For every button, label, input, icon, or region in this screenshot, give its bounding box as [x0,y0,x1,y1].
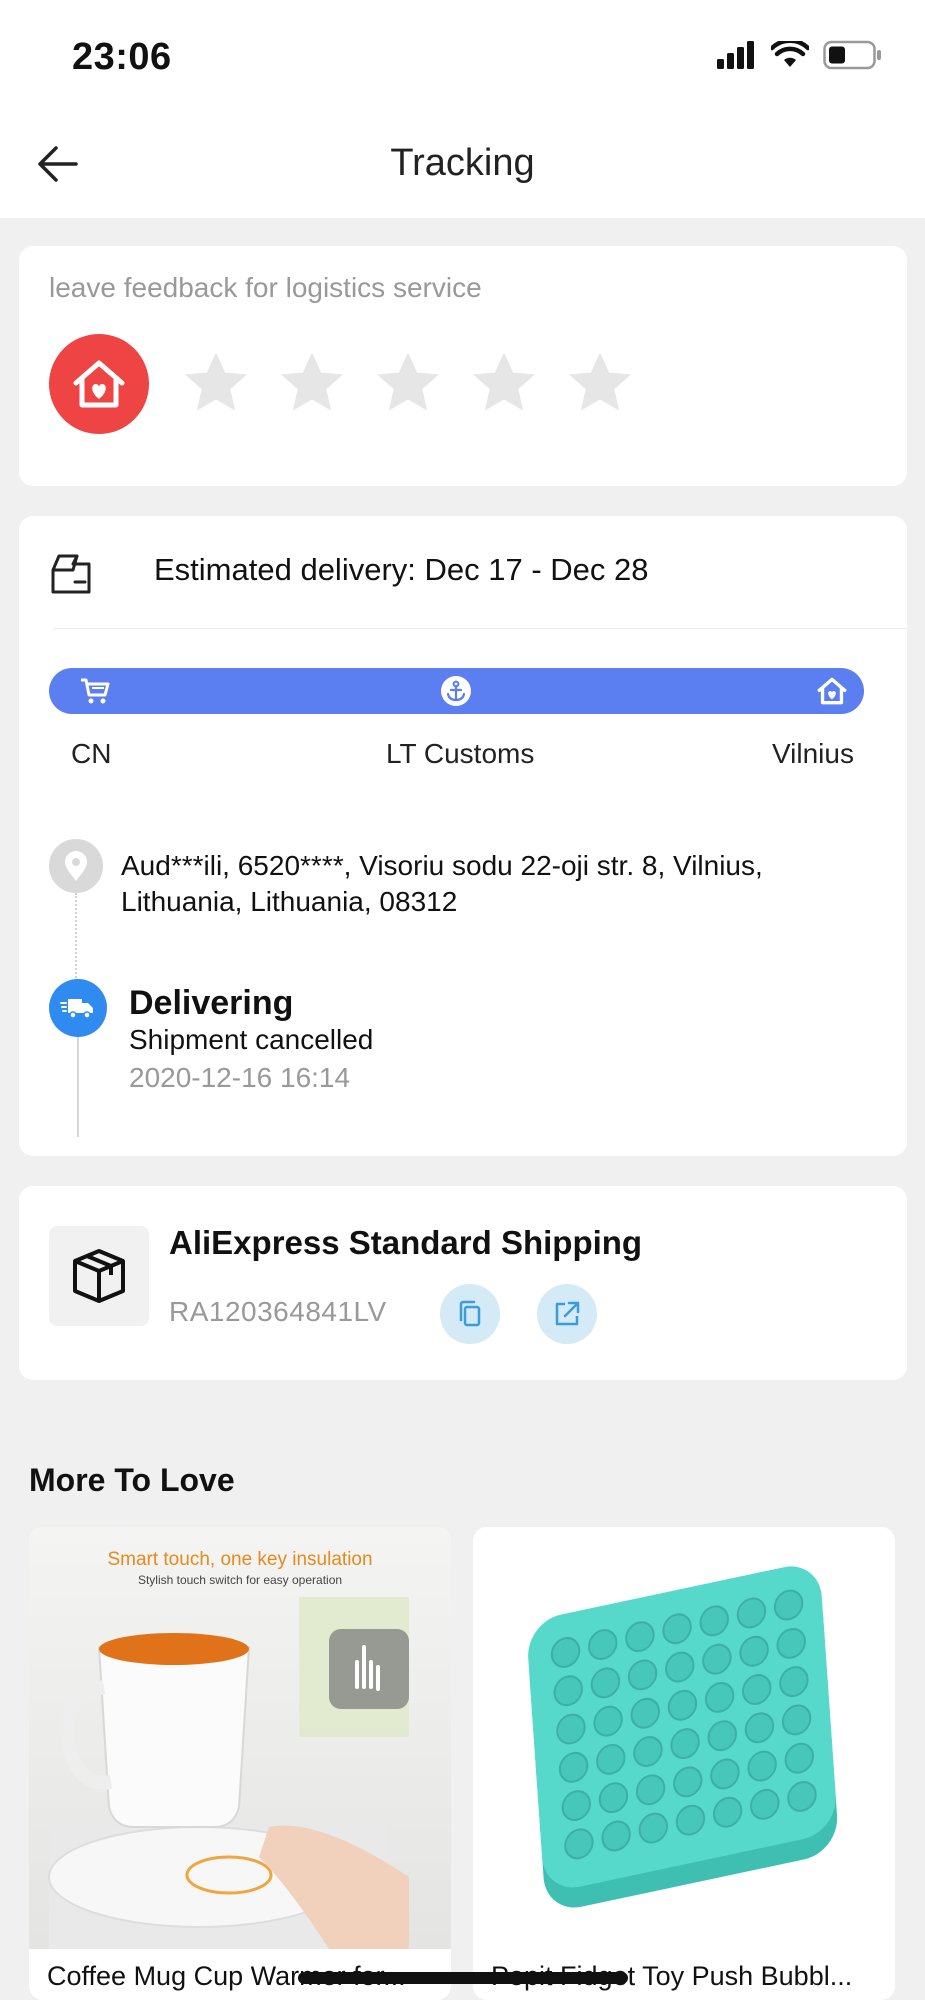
status-time: 23:06 [72,36,172,78]
open-link-button[interactable] [537,1284,597,1344]
timeline-dotted-line [75,893,77,993]
product-card[interactable]: Popit Fidget Toy Push Bubbl... [473,1527,895,2000]
delivery-address: Aud***ili, 6520****, Visoriu sodu 22-oji… [121,850,763,917]
star-icon[interactable] [373,348,443,418]
product-image-mug-warmer [29,1527,451,1949]
location-pin [49,839,103,893]
product-banner-sub: Stylish touch switch for easy operation [137,1573,343,1587]
feedback-card: leave feedback for logistics service [19,246,907,486]
tracking-status: Delivering [129,984,294,1022]
estimated-delivery: Estimated delivery: Dec 17 - Dec 28 [154,552,649,587]
rating-stars [181,348,635,418]
delivery-box-icon [51,554,91,594]
wifi-icon [771,41,809,67]
feedback-label: leave feedback for logistics service [49,272,482,303]
shipping-card: AliExpress Standard Shipping RA120364841… [19,1186,907,1380]
tracking-time: 2020-12-16 16:14 [129,1062,351,1093]
stage-label-destination: Vilnius [772,738,854,769]
product-image-fidget-toy [473,1527,895,1949]
feedback-avatar [49,334,149,434]
status-bar: 23:06 [0,0,925,110]
signal-icon [717,41,754,69]
star-icon[interactable] [181,348,251,418]
timeline-line [77,1037,79,1137]
external-link-icon [555,1301,580,1326]
divider [53,628,907,629]
tracking-detail: Shipment cancelled [129,1024,374,1055]
section-title: More To Love [29,1462,235,1498]
status-icons [717,40,883,70]
copy-icon [459,1300,481,1327]
tracking-status-dot [49,979,107,1037]
cart-icon [79,675,111,707]
home-indicator [298,1972,628,1984]
house-heart-icon [73,360,125,408]
product-banner: Smart touch, one key insulation [107,1549,373,1570]
delivery-progress-bar [49,668,864,714]
house-heart-icon [816,675,848,707]
package-icon [73,1249,125,1303]
star-icon[interactable] [565,348,635,418]
anchor-icon [440,675,472,707]
delivery-card: Estimated delivery: Dec 17 - Dec 28 CN L… [19,516,907,1156]
stage-label-customs: LT Customs [386,738,535,769]
package-thumb [49,1226,149,1326]
tracking-number: RA120364841LV [169,1296,387,1327]
stage-label-origin: CN [71,738,112,769]
star-icon[interactable] [277,348,347,418]
location-pin-icon [65,851,87,881]
page-title: Tracking [390,142,535,184]
star-icon[interactable] [469,348,539,418]
carrier-name: AliExpress Standard Shipping [169,1224,643,1261]
product-card[interactable]: Smart touch, one key insulation Stylish … [29,1527,451,2000]
battery-icon [823,40,881,70]
copy-button[interactable] [440,1284,500,1344]
nav-bar: Tracking [0,110,925,218]
truck-icon [60,999,93,1019]
